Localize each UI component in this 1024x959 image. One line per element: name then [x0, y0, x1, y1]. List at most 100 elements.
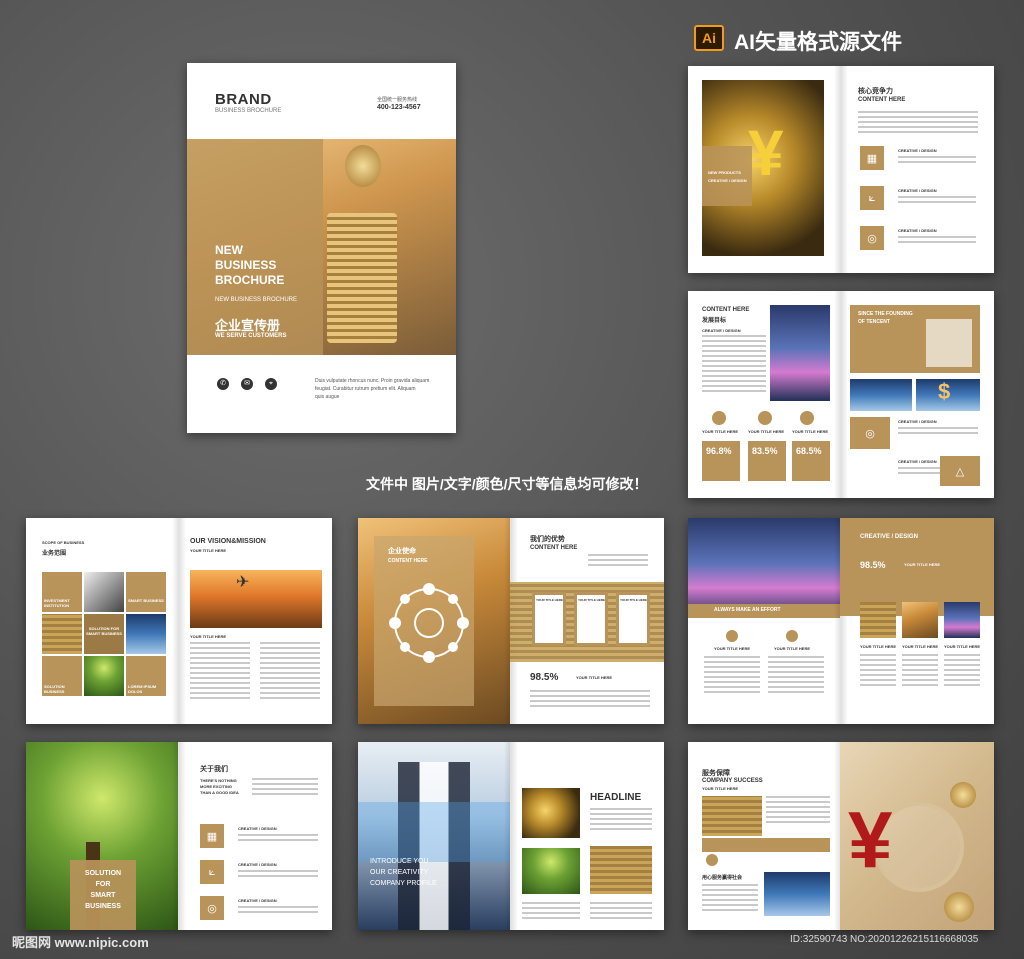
- spread2-text: [702, 335, 766, 395]
- about-item-3: CREATIVE / DESIGN: [238, 898, 277, 903]
- cover-headline-1: NEW: [215, 243, 243, 257]
- service-your-title: YOUR TITLE HERE: [702, 786, 739, 791]
- blue-photo: [850, 379, 912, 411]
- scope-cell-label-4: SOLUTION BUSINESS: [44, 684, 65, 694]
- growth-photo: [522, 848, 580, 894]
- spread-fold: [504, 742, 518, 930]
- about-item-2: CREATIVE / DESIGN: [238, 862, 277, 867]
- service-bar: [702, 838, 830, 852]
- spread1-en-title: CONTENT HERE: [858, 97, 906, 103]
- mission-cn: 企业使命: [388, 548, 416, 555]
- solution-1: SOLUTION: [84, 870, 122, 877]
- stat-icon-3: [800, 411, 814, 425]
- creative-label-2: YOUR TITLE HERE: [902, 644, 939, 649]
- founding-title-2: OF TENCENT: [858, 319, 890, 325]
- photo-label-2: CREATIVE / DESIGN: [708, 178, 747, 183]
- airplane-port-photo: [190, 570, 322, 628]
- cover-brand-sub: BUSINESS BROCHURE: [215, 108, 282, 114]
- photo-label-1: NEW PRODUCTS: [708, 170, 741, 175]
- service-text-2: [702, 884, 758, 914]
- advantage-box-label-1: YOUR TITLE HERE: [536, 598, 564, 602]
- effort-icon-1: [726, 630, 738, 642]
- effort-icon-2: [786, 630, 798, 642]
- network-icon: ⟀: [860, 186, 884, 210]
- tech-overlay: [358, 802, 510, 862]
- piggy-bank-photo: [522, 788, 580, 838]
- scope-cell-4-photo: [42, 614, 82, 654]
- spread1-text: [858, 111, 978, 136]
- vision-title-2: YOUR TITLE HERE: [190, 634, 227, 639]
- yen-symbol: ¥: [748, 117, 784, 189]
- chart-icon: ▦: [200, 824, 224, 848]
- service-cn-sub: 用心服务赢得社会: [702, 875, 743, 881]
- target-icon: ◎: [850, 417, 890, 449]
- cover-cn-title: 企业宣传册: [215, 318, 281, 333]
- email-icon: ✉: [241, 378, 253, 390]
- vision-title: OUR VISION&MISSION: [190, 538, 266, 545]
- cover-page: BRAND BUSINESS BROCHURE 全国统一服务热线 400-123…: [187, 63, 456, 433]
- location-icon: ⌖: [265, 378, 277, 390]
- cover-headline-3: BROCHURE: [215, 273, 285, 287]
- chart-icon: ▦: [860, 146, 884, 170]
- stat-value-1: 96.8%: [706, 446, 732, 456]
- cover-hotline: 400-123-4567: [377, 104, 421, 111]
- warning-icon: △: [940, 456, 980, 486]
- creative-photo-1: [860, 602, 896, 638]
- spread-fold: [834, 66, 848, 273]
- creative-stat: 98.5%: [860, 560, 886, 570]
- stat-label-2: YOUR TITLE HERE: [748, 429, 785, 434]
- watermark-right: ID:32590743 NO:20201226215116668035: [790, 934, 979, 945]
- side-label-1: CREATIVE / DESIGN: [898, 419, 937, 424]
- watermark-left: 昵图网 www.nipic.com: [12, 935, 149, 950]
- network-icon: ⟀: [200, 860, 224, 884]
- skyline-photo: [688, 518, 840, 618]
- coins-photo: [590, 846, 652, 894]
- creative-text-1: [860, 654, 896, 689]
- spread1-item-1-text: [898, 156, 976, 166]
- advantage-stat-label: YOUR TITLE HERE: [576, 675, 613, 680]
- vision-text-1: [190, 642, 250, 702]
- scope-cell-2-photo: [84, 572, 124, 612]
- spread-fold: [172, 518, 186, 724]
- scope-cell-label-1: INVESTMENT INSTITUTION: [44, 598, 70, 608]
- dollar-sign-icon: $: [938, 379, 951, 404]
- spread-service: 服务保障 COMPANY SUCCESS YOUR TITLE HERE 用心服…: [688, 742, 994, 930]
- scope-cell-6-photo: [126, 614, 166, 654]
- coin-chart-photo: [702, 796, 762, 836]
- profile-text: [590, 902, 652, 922]
- cover-footer-2: feugiat. Curabitur rutrum pretium elit. …: [315, 386, 416, 392]
- vision-sub: YOUR TITLE HERE: [190, 548, 227, 553]
- solution-2: FOR: [95, 881, 111, 888]
- stat-label-1: YOUR TITLE HERE: [702, 429, 739, 434]
- airplane-icon: ✈: [236, 574, 250, 591]
- intro-1: INTRODUCE YOU: [370, 858, 429, 865]
- scope-cn: 业务范围: [42, 551, 67, 557]
- edit-note: 文件中 图片/文字/颜色/尺寸等信息均可修改！: [366, 476, 648, 492]
- spread-fold: [834, 291, 848, 498]
- effort-text: ALWAYS MAKE AN EFFORT: [714, 607, 781, 613]
- phone-icon: ✆: [217, 378, 229, 390]
- effort-label-1: YOUR TITLE HERE: [714, 646, 751, 651]
- spread-mission: 企业使命 CONTENT HERE 我们的优势 CONTENT HERE YOU…: [358, 518, 664, 724]
- creative-text-3: [944, 654, 980, 689]
- handshake-photo: [764, 872, 830, 916]
- ai-badge: Ai: [694, 25, 724, 51]
- effort-text-1: [704, 656, 760, 696]
- ai-badge-label: Ai: [702, 30, 716, 46]
- about-lead-1: THERE'S NOTHING: [200, 778, 237, 783]
- cover-headline-sub: NEW BUSINESS BROCHURE: [215, 297, 298, 303]
- cover-footer-3: quis augue: [315, 394, 340, 400]
- target-icon: ◎: [860, 226, 884, 250]
- effort-label-2: YOUR TITLE HERE: [774, 646, 811, 651]
- spread-core-competence: ¥ NEW PRODUCTS CREATIVE / DESIGN 核心竞争力 C…: [688, 66, 994, 273]
- spread1-cn-title: 核心竞争力: [858, 88, 893, 95]
- coin-1: [950, 782, 976, 808]
- stat-icon-1: [712, 411, 726, 425]
- creative-text-2: [902, 654, 938, 689]
- scope-en: SCOPE OF BUSINESS: [42, 540, 85, 545]
- spread-about-us: SOLUTION FOR SMART BUSINESS 关于我们 THERE'S…: [26, 742, 332, 930]
- scope-cell-3: [126, 572, 166, 612]
- spread2-cn-title: 发展目标: [702, 318, 727, 324]
- advantage-cn: 我们的优势: [530, 536, 565, 543]
- service-en: COMPANY SUCCESS: [702, 778, 763, 784]
